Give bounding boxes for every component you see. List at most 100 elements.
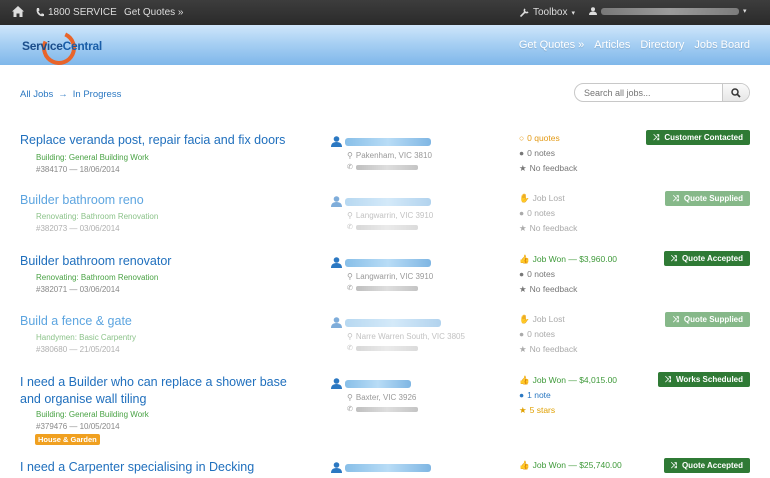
servicecentral-logo[interactable]: ServiceCentral — [22, 26, 104, 70]
thumbs-up-icon: 👍 — [519, 254, 530, 264]
customer-location: Langwarrin, VIC 3910 — [355, 272, 434, 281]
customer-location: Narre Warren South, VIC 3805 — [355, 332, 465, 341]
user-icon — [331, 317, 342, 328]
phone-icon — [36, 8, 44, 17]
phone-icon: ✆ — [347, 224, 353, 231]
user-menu[interactable]: ▾ — [589, 7, 747, 15]
search-button[interactable] — [722, 84, 749, 101]
job-stats: ○ 0 quotes ● 0 notes ★ No feedback — [519, 131, 577, 176]
top-get-quotes-link[interactable]: Get Quotes » — [124, 7, 183, 18]
job-outcome[interactable]: Job Lost — [533, 191, 565, 206]
job-outcome[interactable]: Job Won — $3,960.00 — [533, 252, 617, 267]
phone-link[interactable]: 1800 SERVICE — [36, 7, 117, 18]
home-icon — [12, 6, 24, 17]
customer-name-redacted[interactable] — [345, 258, 431, 267]
nav-articles[interactable]: Articles — [594, 39, 630, 51]
job-title[interactable]: Builder bathroom renovator — [20, 253, 320, 270]
circle-icon: ○ — [519, 133, 525, 143]
user-icon — [331, 257, 342, 268]
feedback-status: No feedback — [529, 344, 578, 354]
toolbox-menu[interactable]: Toolbox ▾ — [520, 7, 575, 18]
quotes-count[interactable]: 0 quotes — [527, 131, 560, 146]
breadcrumb-arrow: → — [58, 89, 68, 100]
job-outcome[interactable]: Job Won — $4,015.00 — [533, 373, 617, 388]
notes-count[interactable]: 0 notes — [527, 327, 555, 342]
phone-icon: ✆ — [347, 345, 353, 352]
main-nav: Get Quotes » Articles Directory Jobs Boa… — [519, 39, 750, 51]
status-label: Quote Supplied — [683, 315, 743, 324]
customer-name-redacted[interactable] — [345, 463, 431, 472]
map-marker-icon: ⚲ — [347, 393, 353, 402]
search-input[interactable] — [575, 84, 722, 101]
job-id-date: #384170 — 18/06/2014 — [36, 165, 120, 174]
breadcrumb-in-progress[interactable]: In Progress — [73, 89, 122, 100]
breadcrumb-all-jobs[interactable]: All Jobs — [20, 89, 53, 100]
nav-get-quotes[interactable]: Get Quotes » — [519, 39, 584, 51]
notes-count[interactable]: 0 notes — [527, 267, 555, 282]
map-marker-icon: ⚲ — [347, 151, 353, 160]
nav-directory[interactable]: Directory — [640, 39, 684, 51]
customer-info: ⚲ Baxter, VIC 3926 ✆ — [331, 378, 418, 413]
job-category: Renovating: Bathroom Renovation — [36, 273, 159, 282]
notes-count[interactable]: 1 note — [527, 388, 551, 403]
job-outcome[interactable]: Job Lost — [533, 312, 565, 327]
comment-icon: ● — [519, 148, 525, 158]
customer-name-redacted[interactable] — [345, 137, 431, 146]
job-title[interactable]: Builder bathroom reno — [20, 192, 320, 209]
star-icon: ★ — [519, 223, 527, 233]
star-icon: ★ — [519, 284, 527, 294]
job-title[interactable]: Replace veranda post, repair facia and f… — [20, 132, 320, 149]
customer-name-redacted[interactable] — [345, 197, 431, 206]
feedback-status: No feedback — [529, 284, 578, 294]
user-name-redacted — [601, 7, 739, 15]
shuffle-icon: ⤨ — [672, 314, 679, 324]
status-badge: ⤨ Quote Accepted — [663, 251, 750, 266]
status-label: Quote Accepted — [681, 254, 743, 263]
customer-info: ⚲ Langwarrin, VIC 3910 ✆ — [331, 257, 433, 292]
shuffle-icon: ⤨ — [664, 374, 672, 384]
map-marker-icon: ⚲ — [347, 272, 353, 281]
feedback-rating[interactable]: 5 stars — [530, 403, 556, 418]
customer-name-redacted[interactable] — [345, 318, 441, 327]
phone-number: 1800 SERVICE — [48, 7, 117, 18]
user-icon — [331, 378, 342, 389]
user-icon — [331, 136, 342, 147]
notes-count[interactable]: 0 notes — [527, 206, 555, 221]
notes-count[interactable]: 0 notes — [527, 146, 555, 161]
status-badge: ⤨ Works Scheduled — [657, 372, 750, 387]
customer-location: Baxter, VIC 3926 — [355, 393, 417, 402]
star-icon: ★ — [519, 405, 527, 415]
feedback-status: No feedback — [529, 163, 578, 173]
nav-jobs-board[interactable]: Jobs Board — [694, 39, 750, 51]
category-tag[interactable]: House & Garden — [35, 434, 100, 445]
top-get-quotes-label: Get Quotes » — [124, 7, 184, 18]
home-link[interactable] — [12, 6, 24, 17]
job-search — [574, 83, 750, 102]
status-label: Customer Contacted — [664, 133, 743, 142]
customer-phone-redacted — [355, 345, 418, 351]
job-outcome[interactable]: Job Won — $25,740.00 — [533, 458, 622, 473]
thumbs-down-icon: ✋ — [519, 314, 530, 324]
logo-wordmark: ServiceCentral — [22, 39, 102, 53]
toolbox-label: Toolbox — [533, 7, 568, 18]
job-title[interactable]: I need a Builder who can replace a showe… — [20, 374, 310, 408]
user-icon — [589, 7, 597, 15]
customer-info: ⚲ Narre Warren South, VIC 3805 ✆ — [331, 317, 465, 352]
job-id-date: #379476 — 10/05/2014 — [36, 422, 120, 431]
chevron-down-icon: ▾ — [571, 9, 575, 17]
site-header: ServiceCentral Get Quotes » Articles Dir… — [0, 25, 770, 70]
thumbs-down-icon: ✋ — [519, 193, 530, 203]
map-marker-icon: ⚲ — [347, 332, 353, 341]
job-category: Building: General Building Work — [36, 153, 149, 162]
job-id-date: #380680 — 21/05/2014 — [36, 345, 120, 354]
job-id-date: #382073 — 03/06/2014 — [36, 224, 120, 233]
customer-phone-redacted — [355, 164, 418, 170]
status-label: Quote Accepted — [681, 461, 743, 470]
customer-info: ⚲ Pakenham, VIC 3810 ✆ — [331, 136, 432, 171]
job-title[interactable]: I need a Carpenter specialising in Decki… — [20, 459, 320, 476]
customer-phone-redacted — [355, 224, 418, 230]
job-stats: 👍 Job Won — $4,015.00 ● 1 note ★ 5 stars — [519, 373, 617, 418]
shuffle-icon: ⤨ — [670, 253, 677, 263]
customer-name-redacted[interactable] — [345, 379, 411, 388]
job-title[interactable]: Build a fence & gate — [20, 313, 320, 330]
